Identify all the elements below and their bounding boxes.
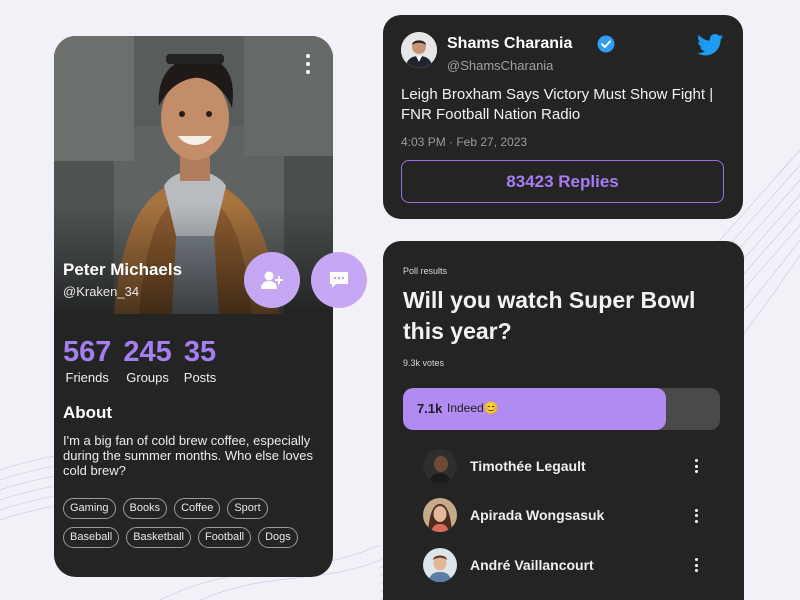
poll-card: Poll results Will you watch Super Bowl t… xyxy=(383,241,744,600)
verified-badge-icon xyxy=(597,35,615,53)
voter-name: Timothée Legault xyxy=(470,457,586,474)
more-options-icon[interactable] xyxy=(693,459,699,473)
about-text: I'm a big fan of cold brew coffee, espec… xyxy=(63,433,313,478)
tag-dogs[interactable]: Dogs xyxy=(258,527,298,548)
profile-card: Peter Michaels @Kraken_34 567 Friends 24… xyxy=(54,36,333,577)
stat-value: 35 xyxy=(183,336,217,368)
tag-coffee[interactable]: Coffee xyxy=(174,498,221,519)
avatar xyxy=(423,448,457,483)
interest-tags: Gaming Books Coffee Sport Baseball Baske… xyxy=(63,498,325,548)
avatar xyxy=(423,498,457,533)
stat-posts[interactable]: 35 Posts xyxy=(184,336,217,385)
tag-basketball[interactable]: Basketball xyxy=(126,527,191,548)
poll-option-fill xyxy=(403,388,667,430)
poll-question: Will you watch Super Bowl this year? xyxy=(403,287,696,344)
stat-label: Groups xyxy=(126,370,169,385)
profile-stats: 567 Friends 245 Groups 35 Posts xyxy=(63,336,216,385)
author-avatar-image xyxy=(401,32,437,68)
more-options-icon[interactable] xyxy=(693,508,699,523)
twitter-icon xyxy=(697,34,724,56)
stat-value: 245 xyxy=(123,336,172,368)
tweet-timestamp: 4:03 PM · Feb 27, 2023 xyxy=(401,135,528,149)
poll-option-label: Indeed😊 xyxy=(447,401,499,415)
stat-friends[interactable]: 567 Friends xyxy=(63,336,111,385)
tweet-text: Leigh Broxham Says Victory Must Show Fig… xyxy=(401,86,714,123)
poll-eyebrow: Poll results xyxy=(403,266,448,276)
list-item[interactable]: André Vaillancourt xyxy=(423,540,713,590)
profile-handle: @Kraken_34 xyxy=(63,284,140,299)
profile-name: Peter Michaels xyxy=(63,260,183,279)
stat-label: Friends xyxy=(65,370,109,385)
message-button[interactable] xyxy=(311,252,367,308)
list-item[interactable]: Apirada Wongsasuk xyxy=(423,491,713,541)
author-name[interactable]: Shams Charania xyxy=(447,35,572,53)
voter-list: Timothée Legault Apirada Wongsasuk André… xyxy=(423,441,713,590)
replies-button[interactable]: 83423 Replies xyxy=(401,160,724,203)
stat-groups[interactable]: 245 Groups xyxy=(123,336,171,385)
voter-avatar-image xyxy=(423,547,457,582)
poll-option-count: 7.1k xyxy=(417,401,443,416)
tag-gaming[interactable]: Gaming xyxy=(63,498,116,519)
poll-option-bar[interactable]: 7.1k Indeed😊 xyxy=(403,388,720,430)
author-avatar[interactable] xyxy=(401,32,437,68)
poll-vote-count: 9.3k votes xyxy=(403,358,445,368)
tag-books[interactable]: Books xyxy=(122,498,168,519)
tweet-card: Shams Charania @ShamsCharania Leigh Brox… xyxy=(383,15,743,219)
about-title: About xyxy=(63,403,113,422)
voter-name: Apirada Wongsasuk xyxy=(470,507,605,524)
message-icon xyxy=(330,272,348,288)
list-item[interactable]: Timothée Legault xyxy=(423,441,713,491)
stat-label: Posts xyxy=(183,370,217,385)
voter-name: André Vaillancourt xyxy=(470,556,594,573)
tag-sport[interactable]: Sport xyxy=(227,498,268,519)
tag-baseball[interactable]: Baseball xyxy=(63,527,120,548)
add-friend-button[interactable] xyxy=(244,252,300,308)
voter-avatar-image xyxy=(423,498,457,533)
tag-football[interactable]: Football xyxy=(197,527,252,548)
more-options-icon[interactable] xyxy=(693,558,699,572)
author-handle[interactable]: @ShamsCharania xyxy=(447,58,553,73)
voter-avatar-image xyxy=(423,448,457,483)
more-options-icon[interactable] xyxy=(303,54,313,74)
add-user-icon xyxy=(261,271,283,289)
stat-value: 567 xyxy=(63,336,112,368)
avatar xyxy=(423,547,457,582)
